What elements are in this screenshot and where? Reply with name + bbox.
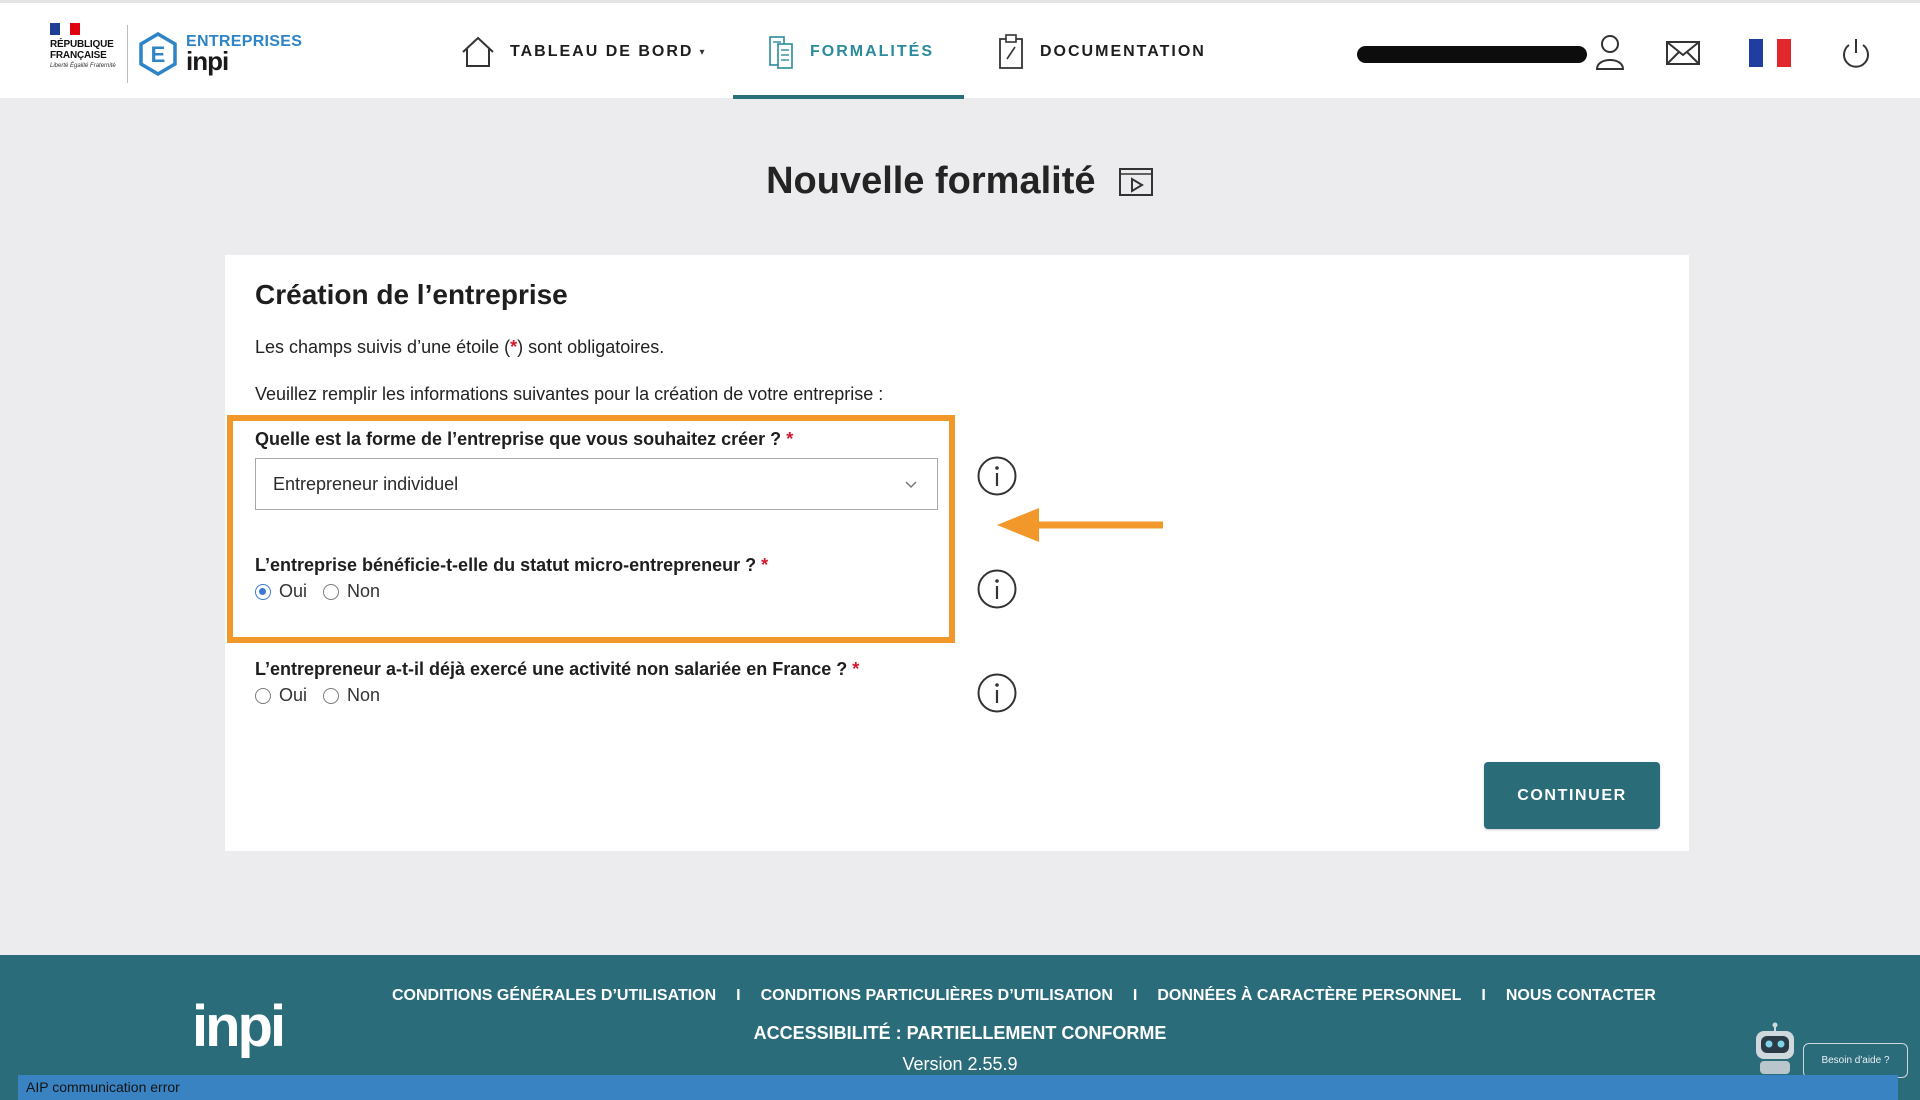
rf-flag-mark	[50, 23, 80, 35]
rf-logo-line-2: FRANÇAISE	[50, 50, 107, 61]
footer-link-cgu[interactable]: CONDITIONS GÉNÉRALES D’UTILISATION	[392, 987, 716, 1005]
required-note-end: ) sont obligatoires.	[517, 337, 665, 357]
nav-documentation-label: DOCUMENTATION	[1040, 43, 1206, 60]
republique-francaise-logo[interactable]: RÉPUBLIQUE FRANÇAISE Liberté Égalité Fra…	[50, 23, 120, 85]
activite-non-radio[interactable]	[323, 687, 340, 704]
nav-formalites-label: FORMALITÉS	[810, 43, 934, 60]
status-bar: AIP communication error	[18, 1075, 1898, 1100]
activite-radio-group: Oui Non	[255, 685, 396, 706]
micro-entrepreneur-radio-group: Oui Non	[255, 581, 396, 602]
section-title: Création de l’entreprise	[255, 279, 568, 310]
forme-entreprise-value: Entrepreneur individuel	[273, 473, 459, 494]
footer-separator: I	[736, 987, 741, 1004]
user-icon[interactable]	[1594, 33, 1626, 71]
info-icon-activite[interactable]	[976, 672, 1018, 714]
activite-oui-option[interactable]: Oui	[255, 685, 307, 706]
q2-label: L’entreprise bénéficie-t-elle du statut …	[255, 555, 757, 575]
mail-icon[interactable]	[1665, 39, 1701, 67]
micro-oui-radio[interactable]	[255, 583, 271, 600]
document-list-icon	[769, 36, 793, 69]
nav-active-indicator	[733, 95, 964, 99]
nav-tableau-de-bord[interactable]: TABLEAU DE BORD ▾	[460, 3, 705, 101]
svg-text:E: E	[151, 42, 166, 67]
footer-separator: I	[1481, 987, 1486, 1004]
rf-motto: Liberté Égalité Fraternité	[50, 63, 116, 69]
rf-logo-line-1: RÉPUBLIQUE	[50, 39, 114, 50]
q3-label: L’entrepreneur a-t-il déjà exercé une ac…	[255, 659, 848, 679]
info-icon-micro[interactable]	[976, 568, 1018, 610]
page-title-text: Nouvelle formalité	[766, 160, 1096, 202]
question-activite-non-salariee: L’entrepreneur a-t-il déjà exercé une ac…	[255, 659, 859, 680]
accessibility-link[interactable]: ACCESSIBILITÉ : PARTIELLEMENT CONFORME	[0, 1023, 1920, 1044]
q1-required-star: *	[786, 429, 794, 449]
help-label[interactable]: Besoin d'aide ?	[1803, 1043, 1908, 1078]
footer-separator: I	[1132, 987, 1138, 1004]
q1-label: Quelle est la forme de l’entreprise que …	[255, 429, 782, 449]
home-icon	[462, 36, 494, 67]
chevron-down-icon: ▾	[699, 46, 705, 58]
required-fields-note: Les champs suivis d’une étoile (*) sont …	[255, 337, 664, 358]
nav-formalites[interactable]: FORMALITÉS	[766, 3, 934, 101]
continue-button[interactable]: CONTINUER	[1484, 762, 1660, 829]
footer-link-cpu[interactable]: CONDITIONS PARTICULIÈRES D’UTILISATION	[761, 987, 1113, 1005]
help-chatbot-widget[interactable]: Besoin d'aide ?	[1745, 1022, 1913, 1082]
forme-entreprise-select[interactable]: Entrepreneur individuel	[255, 458, 938, 510]
footer-link-contact[interactable]: NOUS CONTACTER	[1506, 987, 1656, 1005]
creation-form-card: Création de l’entreprise Les champs suiv…	[225, 255, 1689, 851]
micro-non-radio[interactable]	[323, 583, 340, 600]
footer-link-donnees[interactable]: DONNÉES À CARACTÈRE PERSONNEL	[1157, 987, 1461, 1005]
arrow-left-annotation-icon	[997, 508, 1163, 542]
question-forme-entreprise: Quelle est la forme de l’entreprise que …	[255, 429, 793, 450]
french-flag-icon[interactable]	[1749, 39, 1791, 67]
info-icon-forme[interactable]	[976, 455, 1018, 497]
power-icon[interactable]	[1840, 37, 1872, 71]
video-play-icon[interactable]	[1118, 167, 1154, 197]
activite-oui-radio[interactable]	[255, 687, 271, 704]
micro-non-option[interactable]: Non	[323, 581, 380, 602]
entreprises-e-icon[interactable]: E	[138, 32, 178, 76]
q3-required-star: *	[852, 659, 860, 679]
required-note-start: Les champs suivis d’une étoile (	[255, 337, 511, 357]
activite-non-option[interactable]: Non	[323, 685, 380, 706]
robot-icon	[1756, 1022, 1794, 1074]
form-intro: Veuillez remplir les informations suivan…	[255, 384, 884, 404]
micro-oui-label: Oui	[279, 581, 308, 601]
question-micro-entrepreneur: L’entreprise bénéficie-t-elle du statut …	[255, 555, 768, 576]
logo-separator	[127, 25, 128, 83]
nav-documentation[interactable]: DOCUMENTATION	[996, 3, 1206, 101]
q2-required-star: *	[761, 555, 769, 575]
chevron-down-icon	[905, 481, 917, 489]
footer-links: CONDITIONS GÉNÉRALES D’UTILISATION I CON…	[392, 987, 1656, 1005]
status-message: AIP communication error	[26, 1079, 180, 1095]
app-version: Version 2.55.9	[902, 1054, 1018, 1074]
activite-oui-label: Oui	[279, 685, 308, 705]
activite-non-label: Non	[347, 685, 381, 705]
user-name-redacted	[1357, 46, 1587, 63]
entreprises-inpi-logo[interactable]: ENTREPRISES inpi	[186, 33, 302, 76]
clipboard-icon	[999, 34, 1023, 69]
top-header: RÉPUBLIQUE FRANÇAISE Liberté Égalité Fra…	[0, 0, 1920, 101]
page-title: Nouvelle formalité	[0, 160, 1920, 203]
micro-oui-option[interactable]: Oui	[255, 581, 307, 602]
micro-non-label: Non	[347, 581, 381, 601]
rf-logo-text: RÉPUBLIQUE FRANÇAISE	[50, 39, 120, 61]
nav-tableau-de-bord-label: TABLEAU DE BORD	[510, 43, 694, 60]
brand-inpi: inpi	[186, 46, 229, 76]
